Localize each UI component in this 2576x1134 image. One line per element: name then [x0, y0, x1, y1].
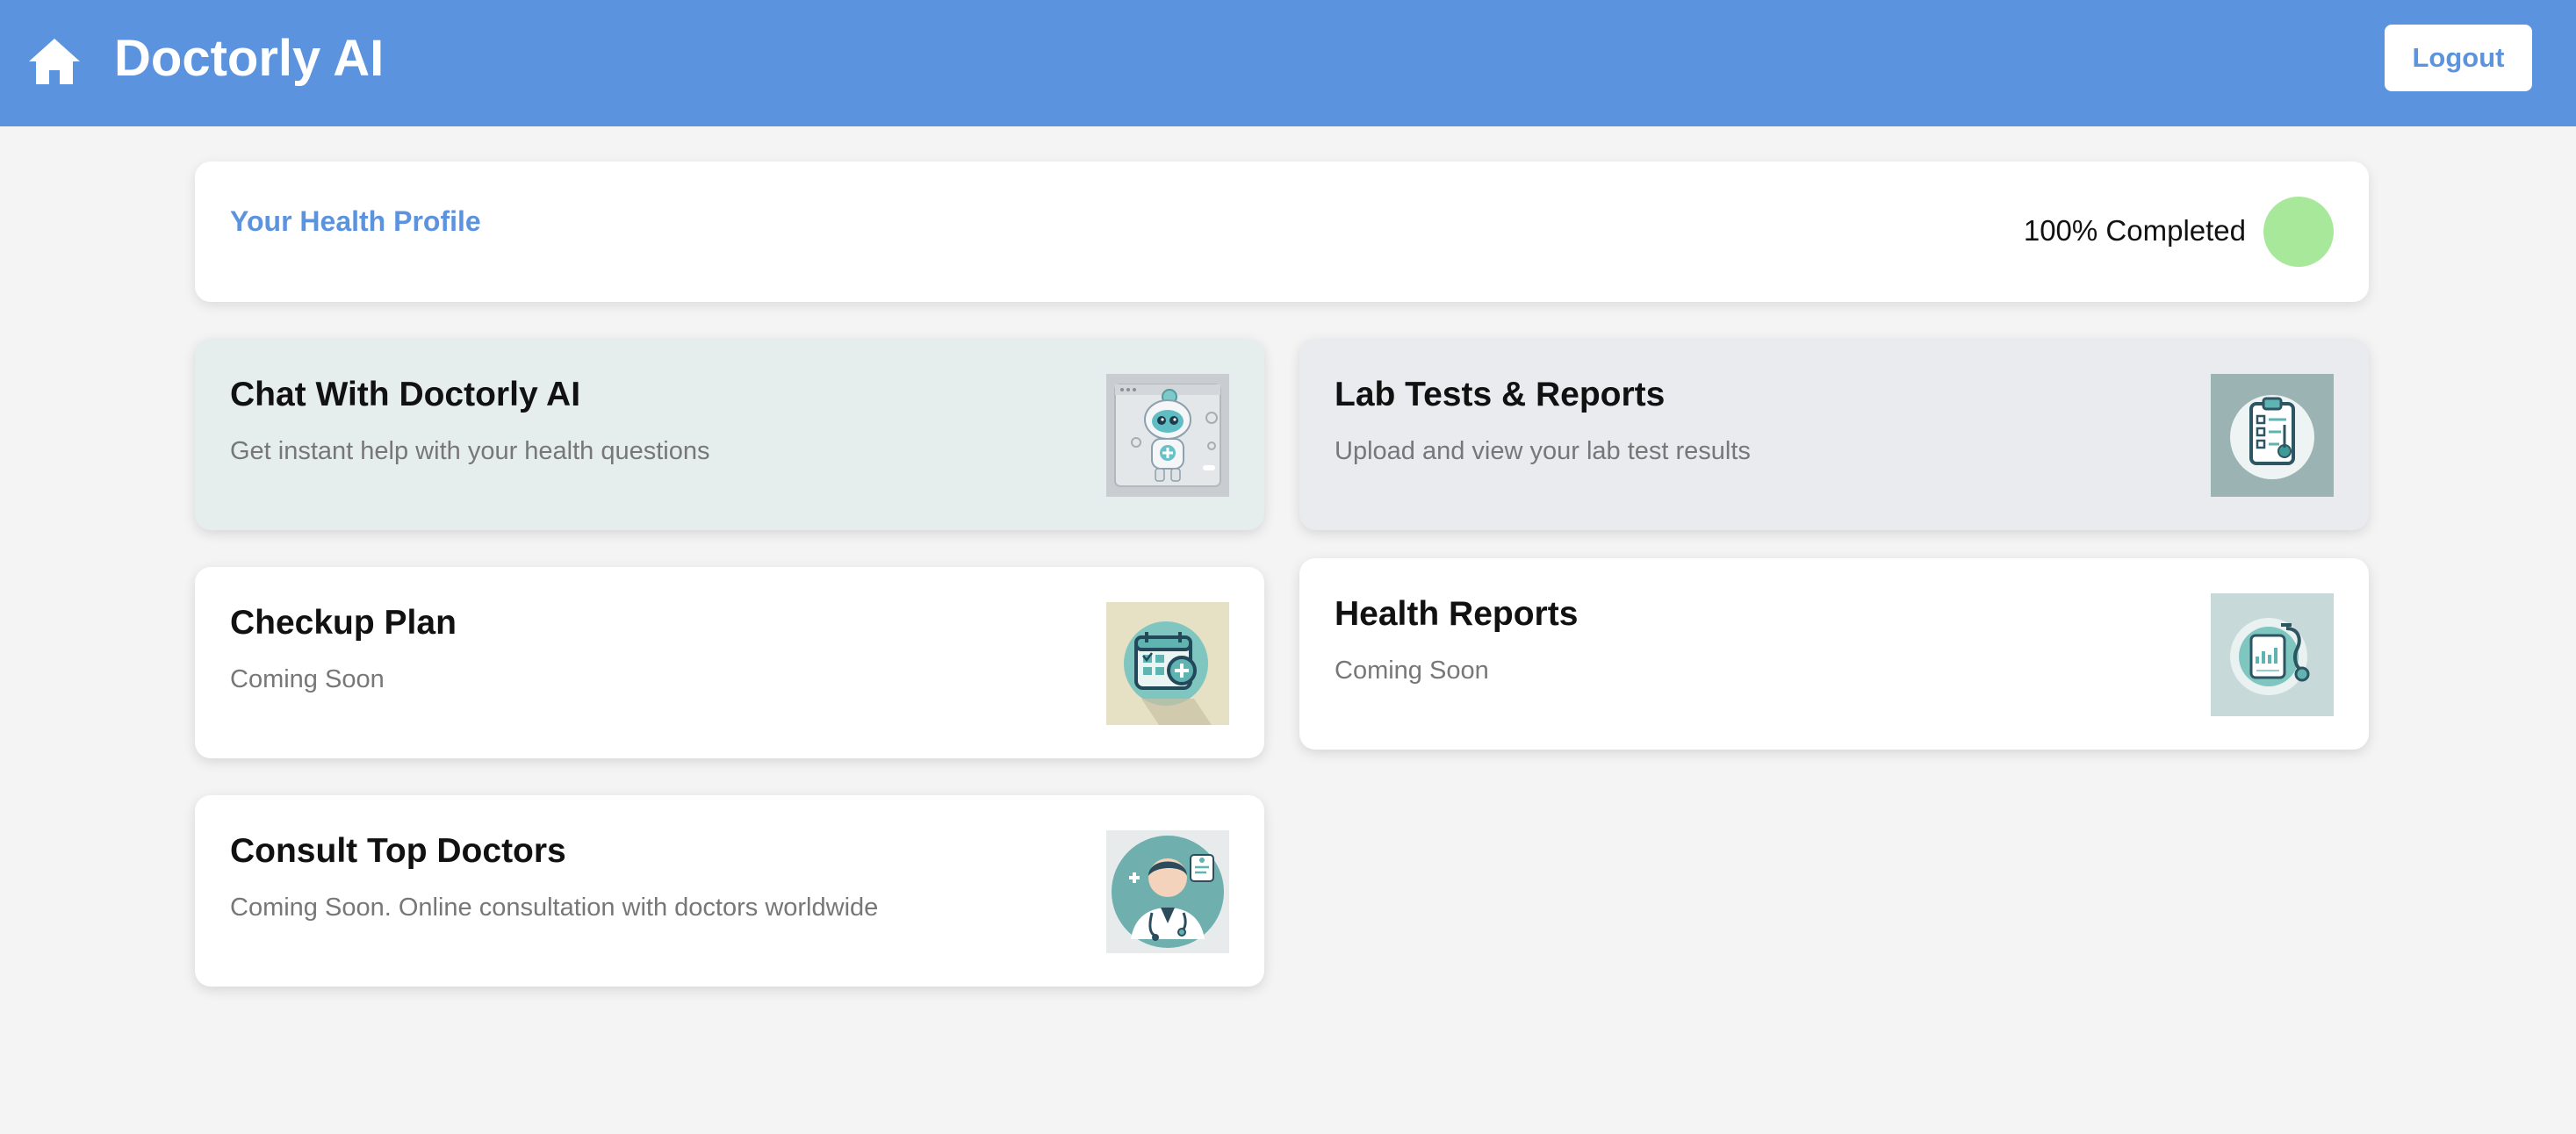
card-description: Get instant help with your health questi… [230, 437, 710, 465]
doctor-avatar-illustration [1106, 830, 1229, 953]
health-profile-title[interactable]: Your Health Profile [230, 205, 481, 238]
profile-completion-indicator [2263, 197, 2334, 267]
checkup-plan-card[interactable]: Checkup Plan Coming Soon [195, 567, 1264, 758]
app-title: Doctorly AI [114, 30, 385, 87]
card-title: Chat With Doctorly AI [230, 376, 581, 413]
card-title: Checkup Plan [230, 604, 457, 642]
card-description: Coming Soon [230, 665, 385, 693]
lab-tests-card[interactable]: Lab Tests & Reports Upload and view your… [1299, 339, 2369, 530]
logout-button[interactable]: Logout [2385, 25, 2532, 91]
stethoscope-report-illustration [2211, 593, 2334, 716]
profile-completion-text: 100% Completed [2023, 214, 2246, 247]
health-profile-card[interactable]: Your Health Profile 100% Completed [195, 161, 2369, 302]
chat-card[interactable]: Chat With Doctorly AI Get instant help w… [195, 339, 1264, 530]
top-navbar: Doctorly AI Logout [0, 0, 2576, 126]
calendar-illustration [1106, 602, 1229, 725]
card-description: Coming Soon [1335, 657, 1489, 685]
card-title: Consult Top Doctors [230, 832, 566, 870]
robot-doctor-illustration [1106, 374, 1229, 497]
consult-doctors-card[interactable]: Consult Top Doctors Coming Soon. Online … [195, 795, 1264, 987]
home-icon[interactable] [26, 33, 83, 90]
card-title: Health Reports [1335, 595, 1579, 633]
card-description: Coming Soon. Online consultation with do… [230, 894, 879, 922]
health-reports-card[interactable]: Health Reports Coming Soon [1299, 558, 2369, 750]
clipboard-illustration [2211, 374, 2334, 497]
card-title: Lab Tests & Reports [1335, 376, 1666, 413]
card-description: Upload and view your lab test results [1335, 437, 1751, 465]
home-icon-graphic [29, 39, 80, 84]
